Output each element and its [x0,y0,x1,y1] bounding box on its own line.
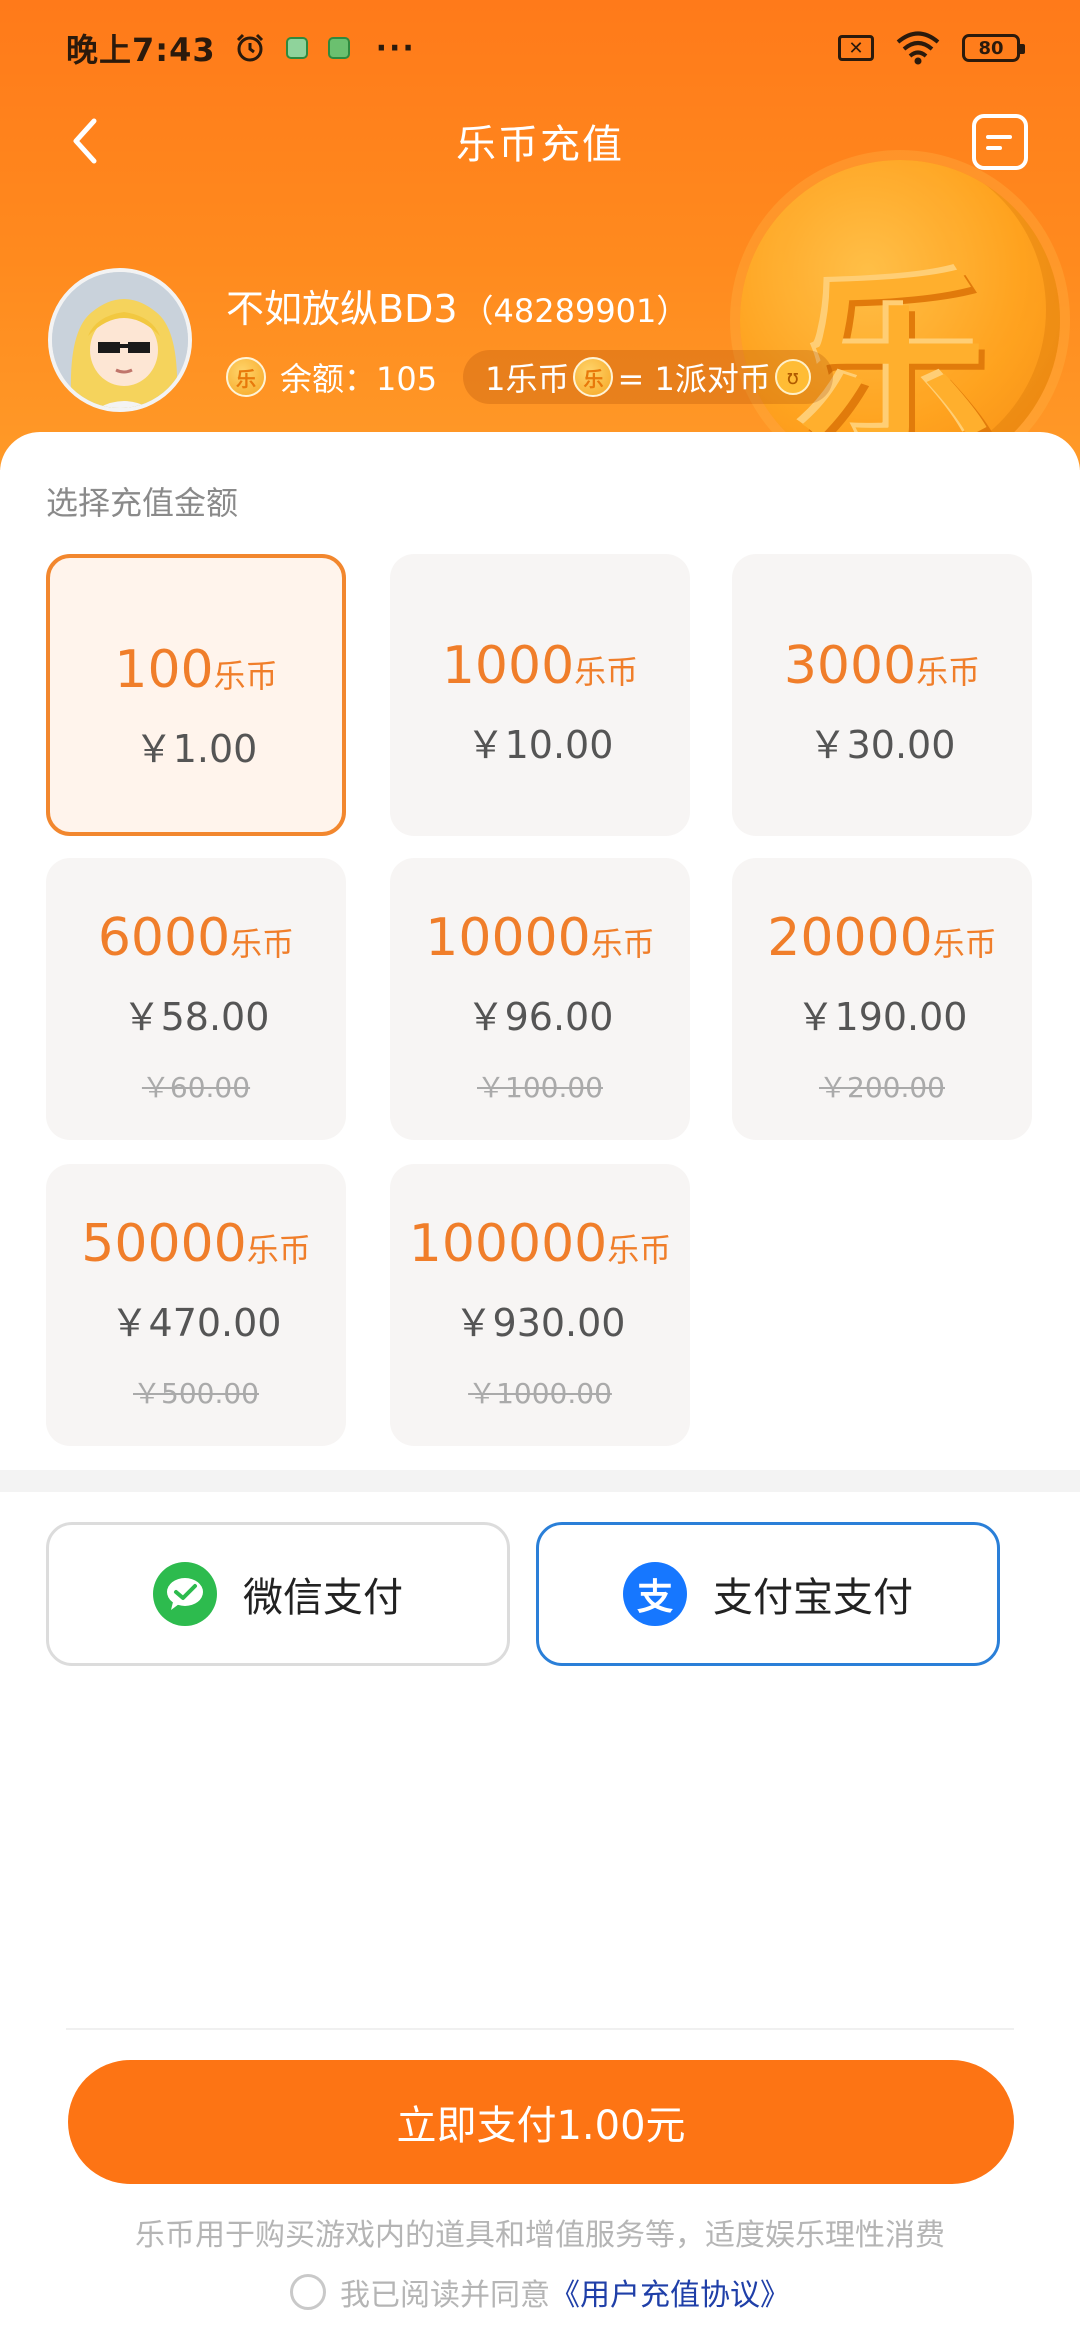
option-price: ￥930.00 [454,1301,626,1345]
alarm-icon [236,33,263,62]
party-coin-icon: ʊ [774,359,811,395]
amount-panel: 选择充值金额 100乐币 ￥1.00 1000乐币 ￥10.00 3000乐币 … [0,432,1080,1462]
balance-row: 乐 余额：105 1乐币 乐 = 1派对币 ʊ [226,350,833,404]
option-price: ￥58.00 [122,995,270,1039]
records-icon [986,134,1012,139]
amount-option[interactable]: 100乐币 ￥1.00 [46,554,346,836]
alipay-icon: 支 [623,1562,687,1626]
records-icon [986,145,1002,150]
wechat-pay-label: 微信支付 [243,1575,403,1621]
wechat-pay-option[interactable]: 微信支付 [46,1522,510,1666]
amount-option[interactable]: 10000乐币 ￥96.00 ￥100.00 [390,858,690,1140]
agreement-row: 我已阅读并同意 《用户充值协议》 [0,2270,1080,2314]
le-coin-icon: 乐 [573,357,614,397]
agreement-link[interactable]: 《用户充值协议》 [550,2270,790,2314]
option-original-price: ￥60.00 [141,1071,251,1104]
chevron-left-icon [73,118,97,164]
amount-option[interactable]: 3000乐币 ￥30.00 [732,554,1032,836]
amount-option[interactable]: 1000乐币 ￥10.00 [390,554,690,836]
app-notification-icon [285,37,308,59]
username: 不如放纵BD3 （48289901） [226,287,689,331]
option-original-price: ￥1000.00 [468,1377,612,1410]
battery-icon: 80 [962,34,1025,62]
avatar [48,268,192,412]
option-original-price: ￥200.00 [819,1071,945,1104]
user-id: （48289901） [461,292,689,330]
back-button[interactable] [50,106,120,176]
option-price: ￥30.00 [808,723,956,767]
balance-label: 余额：105 [280,360,438,398]
option-price: ￥470.00 [110,1301,282,1345]
option-price: ￥190.00 [796,995,968,1039]
alipay-label: 支付宝支付 [713,1575,913,1621]
option-price: ￥96.00 [466,995,614,1039]
records-button[interactable] [972,114,1028,170]
status-bar: 晚上7:43 ··· ✕ 80 [0,0,1080,96]
section-divider [0,1470,1080,1492]
option-price: ￥10.00 [466,723,614,767]
status-system-icons: ✕ 80 [838,31,1025,65]
footer-divider [66,2028,1014,2030]
rate-left: 1乐币 [485,360,570,398]
app-notification-icon [327,37,350,59]
option-original-price: ￥500.00 [133,1377,259,1410]
wechat-icon [153,1562,217,1626]
option-price: ￥1.00 [134,727,258,771]
rate-right: = 1派对币 [617,360,771,398]
amount-option[interactable]: 6000乐币 ￥58.00 ￥60.00 [46,858,346,1140]
header-banner: 乐 晚上7:43 ··· ✕ 80 乐币充值 不如放纵BD3 （48289901… [0,0,1080,470]
amount-option[interactable]: 50000乐币 ￥470.00 ￥500.00 [46,1164,346,1446]
nav-bar: 乐币充值 [0,96,1080,186]
no-sim-icon: ✕ [838,35,874,61]
status-time: 晚上7:43 [66,31,216,69]
alipay-option[interactable]: 支 支付宝支付 [536,1522,1000,1666]
option-original-price: ￥100.00 [477,1071,603,1104]
pay-now-button[interactable]: 立即支付1.00元 [68,2060,1014,2184]
page-title: 乐币充值 [456,122,624,168]
exchange-rate-pill: 1乐币 乐 = 1派对币 ʊ [463,350,833,404]
wifi-icon [896,31,940,65]
user-profile: 不如放纵BD3 （48289901） 乐 余额：105 1乐币 乐 = 1派对币 … [48,268,1048,418]
section-label: 选择充值金额 [46,484,239,522]
more-notifications-icon: ··· [375,30,416,66]
status-notification-icons: ··· [234,31,416,66]
consumption-notice: 乐币用于购买游戏内的道具和增值服务等，适度娱乐理性消费 [135,2218,945,2253]
agree-text: 我已阅读并同意 [340,2278,550,2313]
amount-option[interactable]: 100000乐币 ￥930.00 ￥1000.00 [390,1164,690,1446]
agree-checkbox[interactable] [290,2274,326,2310]
le-coin-icon: 乐 [226,357,266,397]
amount-option[interactable]: 20000乐币 ￥190.00 ￥200.00 [732,858,1032,1140]
